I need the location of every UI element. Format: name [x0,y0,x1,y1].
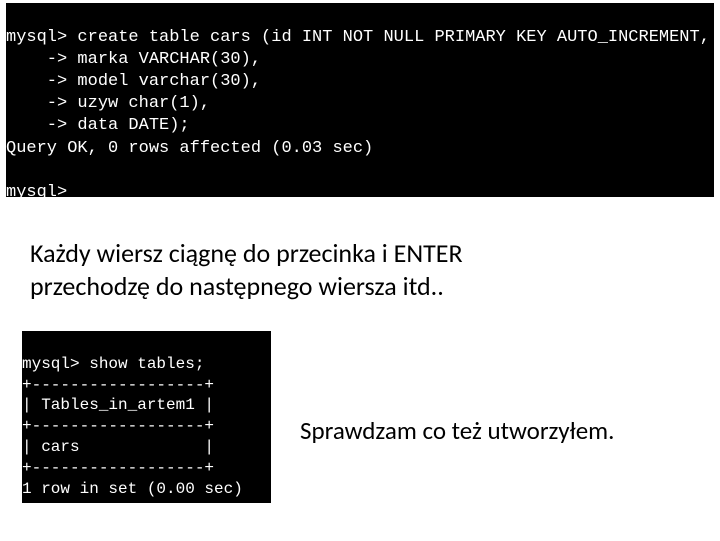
paragraph-explanation-1: Każdy wiersz ciągnę do przecinka i ENTER… [30,237,463,302]
terminal-line: -> uzyw char(1), [6,94,210,113]
terminal-create-table: mysql> create table cars (id INT NOT NUL… [6,3,714,197]
terminal-line: Query OK, 0 rows affected (0.03 sec) [6,139,373,158]
paragraph-explanation-2: Sprawdzam co też utworzyłem. [300,415,614,446]
terminal-line: | Tables_in_artem1 | [22,396,214,414]
terminal-line: mysql> [22,521,80,539]
terminal-line: +------------------+ [22,459,214,477]
terminal-line: | cars | [22,438,214,456]
terminal-show-tables: mysql> show tables; +------------------+… [22,331,271,503]
terminal-line: -> data DATE); [6,116,190,135]
terminal-line: +------------------+ [22,376,214,394]
terminal-line: 1 row in set (0.00 sec) [22,480,243,498]
terminal-line: mysql> _ [6,183,88,202]
terminal-line: +------------------+ [22,417,214,435]
text-line: Każdy wiersz ciągnę do przecinka i ENTER [30,237,463,269]
terminal-line: -> model varchar(30), [6,72,261,91]
terminal-line: mysql> create table cars (id INT NOT NUL… [6,28,710,47]
terminal-line: -> marka VARCHAR(30), [6,50,261,69]
text-line: przechodzę do następnego wiersza itd.. [30,270,444,302]
terminal-line: mysql> show tables; [22,355,204,373]
